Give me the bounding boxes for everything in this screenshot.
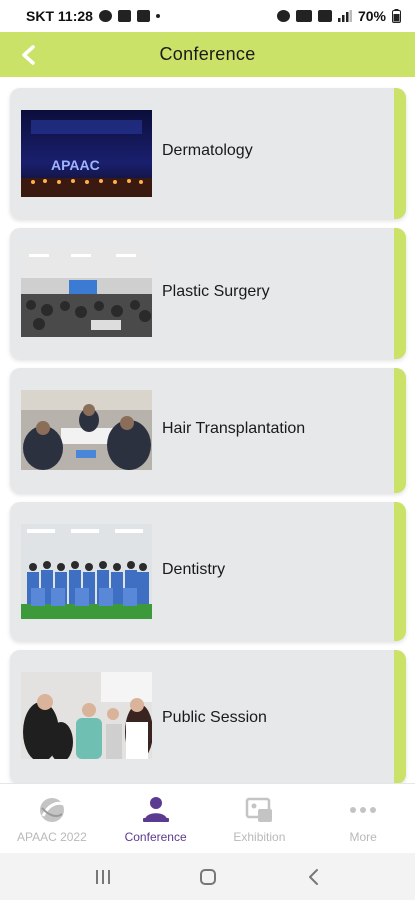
card-accent xyxy=(394,88,406,219)
nav-item-conference[interactable]: Conference xyxy=(104,784,208,853)
gallery-icon xyxy=(117,10,131,22)
chevron-left-icon xyxy=(22,45,35,65)
conference-label: Hair Transplantation xyxy=(162,420,306,437)
carrier-time: SKT 11:28 xyxy=(26,8,93,24)
app-header: Conference xyxy=(0,32,415,77)
workshop-photo xyxy=(21,390,152,477)
svg-text:APAAC: APAAC xyxy=(51,157,100,173)
conference-card-hair-transplantation[interactable]: Hair Transplantation xyxy=(10,368,406,493)
signal-icon xyxy=(337,10,352,22)
battery-icon xyxy=(392,9,401,23)
battery-text: 70% xyxy=(357,8,386,24)
conference-card-plastic-surgery[interactable]: Plastic Surgery xyxy=(10,228,406,359)
lte-icon xyxy=(317,10,332,22)
card-accent xyxy=(394,650,406,783)
conference-list: APAAC Dermatology Plastic Surgery Hair T… xyxy=(0,77,415,783)
recents-icon xyxy=(95,869,110,884)
message-icon xyxy=(98,10,112,22)
back-button[interactable] xyxy=(14,40,44,70)
conference-label: Dentistry xyxy=(162,561,226,578)
card-accent xyxy=(394,502,406,641)
conference-card-dermatology[interactable]: APAAC Dermatology xyxy=(10,88,406,219)
nav-item-apaac[interactable]: APAAC 2022 xyxy=(0,784,104,853)
apaac-logo-icon xyxy=(37,796,67,824)
card-accent xyxy=(394,368,406,493)
conference-label: Plastic Surgery xyxy=(162,283,270,300)
nav-label: Conference xyxy=(124,830,187,844)
status-bar: SKT 11:28 70% xyxy=(0,0,415,32)
lecture-hall-photo xyxy=(21,250,152,337)
conference-card-public-session[interactable]: Public Session xyxy=(10,650,406,783)
group-photo xyxy=(21,524,152,619)
stage-banner-photo: APAAC xyxy=(21,110,152,197)
conference-label: Public Session xyxy=(162,709,267,726)
nav-item-more[interactable]: More xyxy=(311,784,415,853)
page-title: Conference xyxy=(159,44,256,64)
alarm-icon xyxy=(276,10,290,22)
nav-label: APAAC 2022 xyxy=(16,830,87,844)
nav-item-exhibition[interactable]: Exhibition xyxy=(208,784,312,853)
recents-button[interactable] xyxy=(83,862,123,892)
volte-icon xyxy=(295,10,312,22)
chat-icon xyxy=(136,10,150,22)
system-back-button[interactable] xyxy=(293,862,333,892)
status-right: 70% xyxy=(276,8,401,24)
conference-icon xyxy=(141,796,171,824)
card-accent xyxy=(394,228,406,359)
status-left: SKT 11:28 xyxy=(26,8,160,24)
exhibition-icon xyxy=(244,796,274,824)
bottom-nav: APAAC 2022 Conference Exhibition More xyxy=(0,783,415,853)
nav-label: Exhibition xyxy=(233,830,286,844)
system-nav xyxy=(0,853,415,900)
crowd-photo xyxy=(21,672,152,759)
back-arrow-icon xyxy=(308,868,318,885)
home-button[interactable] xyxy=(188,862,228,892)
conference-card-dentistry[interactable]: Dentistry xyxy=(10,502,406,641)
nav-label: More xyxy=(349,830,377,844)
home-icon xyxy=(199,868,216,885)
conference-label: Dermatology xyxy=(162,142,253,159)
more-icon xyxy=(348,796,378,824)
more-notifications-icon xyxy=(155,14,160,18)
